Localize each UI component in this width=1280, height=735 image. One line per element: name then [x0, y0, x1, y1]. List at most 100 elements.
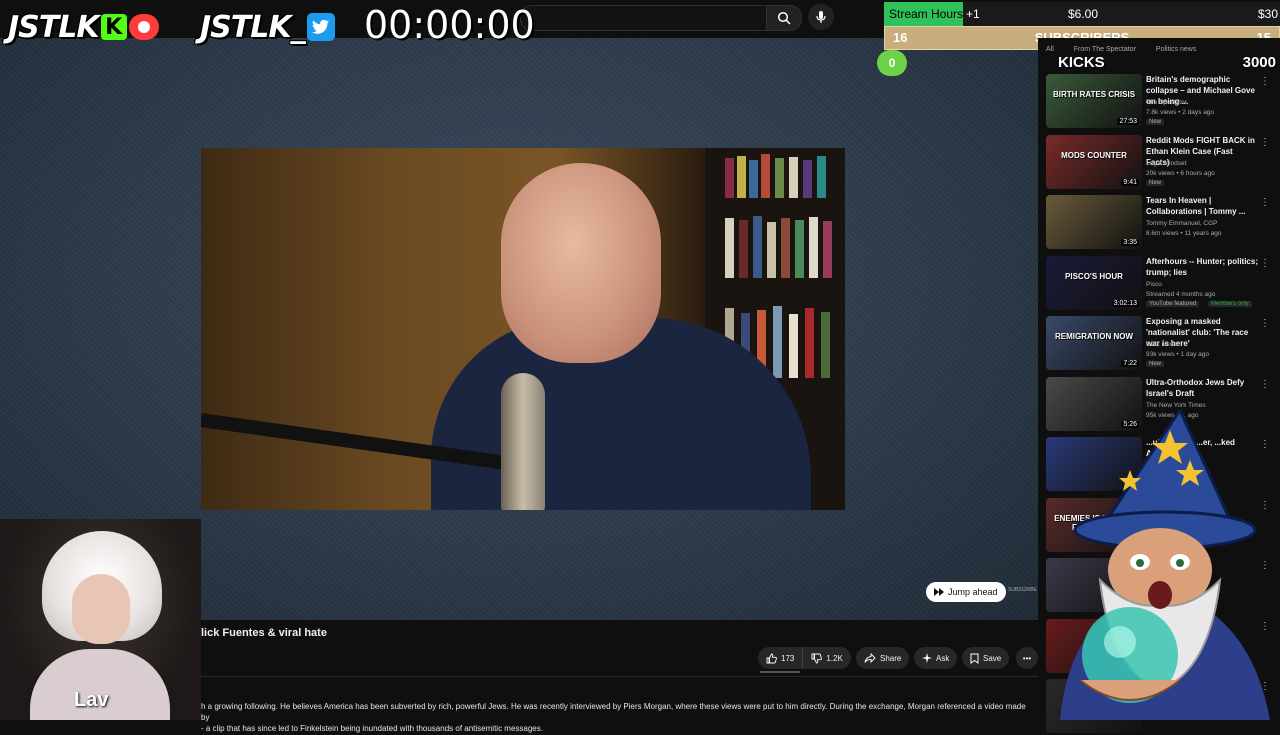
- video-badge: YouTube featured: [1146, 301, 1200, 307]
- video-duration: 3:35: [1121, 239, 1139, 246]
- stream-hours-goal-bar: Stream Hours +1 $6.00 $30: [884, 2, 1280, 26]
- video-thumbnail[interactable]: MODS COUNTER 9:41: [1046, 135, 1142, 189]
- video-badge: New: [1146, 361, 1165, 367]
- record-icon: [128, 14, 159, 40]
- video-title[interactable]: Afterhours -- Hunter; politics; trump; l…: [1146, 256, 1258, 278]
- fast-forward-icon: [934, 588, 944, 596]
- video-player[interactable]: [201, 148, 845, 510]
- studio-microphone: [501, 373, 545, 510]
- video-duration: 27:53: [1117, 118, 1139, 125]
- channel-name[interactable]: The Spectator: [1146, 99, 1187, 106]
- more-vertical-icon[interactable]: ⋮: [1260, 318, 1270, 329]
- channel-name[interactable]: The New York Times: [1146, 402, 1206, 409]
- chip-politics-news[interactable]: Politics news: [1156, 46, 1196, 53]
- video-thumbnail[interactable]: 3:35: [1046, 195, 1142, 249]
- ask-label: Ask: [936, 653, 950, 663]
- like-button[interactable]: 173: [758, 647, 803, 669]
- streamer-face: [72, 574, 130, 644]
- search-input[interactable]: [520, 5, 767, 31]
- kick-logo-text: JSTLK: [8, 9, 100, 45]
- more-vertical-icon[interactable]: ⋮: [1260, 76, 1270, 87]
- description-line: - a clip that has since led to Finkelste…: [201, 724, 543, 733]
- video-title[interactable]: Tears In Heaven | Collaborations | Tommy…: [1146, 195, 1258, 217]
- more-vertical-icon[interactable]: ⋮: [1260, 137, 1270, 148]
- share-icon: [864, 653, 876, 663]
- subscribers-current: 16: [893, 30, 908, 45]
- sidebar-video-item[interactable]: PISCO'S HOUR 3:02:13 Afterhours -- Hunter;…: [1046, 256, 1270, 312]
- thumbnail-text: REMIGRATION NOW: [1054, 332, 1134, 341]
- kick-channel-logo: JSTLK K: [8, 9, 159, 45]
- video-thumbnail[interactable]: REMIGRATION NOW 7:22: [1046, 316, 1142, 370]
- chip-from-spectator[interactable]: From The Spectator: [1074, 46, 1136, 53]
- video-thumbnail[interactable]: BIRTH RATES CRISIS 27:53: [1046, 74, 1142, 128]
- kicks-label: KICKS: [1058, 54, 1105, 71]
- share-group: Share: [856, 647, 910, 669]
- channel-name[interactable]: Tommy Emmanuel, CGP: [1146, 220, 1218, 227]
- ask-group: Ask: [914, 647, 958, 669]
- video-thumbnail[interactable]: PISCO'S HOUR 3:02:13: [1046, 256, 1142, 310]
- video-duration: 7:22: [1121, 360, 1139, 367]
- video-description[interactable]: h a growing following. He believes Ameri…: [201, 701, 1031, 734]
- stream-hours-goal-amount: $30: [1257, 7, 1278, 21]
- more-horizontal-icon: •••: [1022, 653, 1032, 663]
- wizard-mascot: [1060, 410, 1270, 720]
- twitter-channel-logo: JSTLK_: [200, 9, 335, 45]
- stream-hours-label: Stream Hours: [889, 7, 964, 21]
- thumbs-up-icon: [766, 653, 777, 663]
- twitter-logo-text: JSTLK_: [200, 9, 306, 45]
- video-title[interactable]: Ultra-Orthodox Jews Defy Israel's Draft: [1146, 377, 1258, 399]
- more-vertical-icon[interactable]: ⋮: [1260, 379, 1270, 390]
- save-label: Save: [983, 653, 1002, 663]
- speaker-head: [501, 163, 661, 363]
- sidebar-video-item[interactable]: BIRTH RATES CRISIS 27:53 Britain's demogra…: [1046, 74, 1270, 130]
- sparkle-icon: [922, 653, 932, 663]
- stream-timer: 00:00:00: [364, 3, 535, 47]
- ask-button[interactable]: Ask: [914, 647, 958, 669]
- more-vertical-icon[interactable]: ⋮: [1260, 197, 1270, 208]
- members-only-badge: Members only: [1208, 301, 1252, 307]
- video-meta: 20k views • 6 hours ago: [1146, 170, 1215, 177]
- video-meta: 8.6m views • 11 years ago: [1146, 230, 1222, 237]
- thumbnail-text: MODS COUNTER: [1061, 151, 1127, 160]
- like-count: 173: [781, 653, 795, 663]
- video-meta: 7.8k views • 2 days ago: [1146, 109, 1215, 116]
- dislike-button[interactable]: 1.2K: [802, 647, 851, 669]
- like-ratio-bar: [760, 671, 800, 673]
- sidebar-video-item[interactable]: MODS COUNTER 9:41 Reddit Mods FIGHT BACK i…: [1046, 135, 1270, 191]
- voice-search-button[interactable]: [808, 4, 834, 30]
- video-title: lick Fuentes & viral hate: [201, 627, 327, 639]
- video-badge: New: [1146, 119, 1165, 125]
- video-badge: New: [1146, 180, 1165, 186]
- webcam-name-label: Lav: [74, 689, 109, 711]
- channel-name[interactable]: Legal Mindset: [1146, 160, 1186, 167]
- bookmark-icon: [970, 653, 979, 664]
- sidebar-video-item[interactable]: 3:35 Tears In Heaven | Collaborations | T…: [1046, 195, 1270, 251]
- filter-chips: All From The Spectator Politics news: [1046, 46, 1196, 53]
- share-button[interactable]: Share: [856, 647, 910, 669]
- thumbnail-text: PISCO'S HOUR: [1065, 272, 1123, 281]
- dislike-count: 1.2K: [826, 653, 843, 663]
- search-icon: [777, 11, 791, 25]
- stream-hours-plus: +1: [966, 7, 980, 21]
- more-vertical-icon[interactable]: ⋮: [1260, 258, 1270, 269]
- twitter-bird-icon: [306, 13, 335, 41]
- sidebar-video-item[interactable]: REMIGRATION NOW 7:22 Exposing a masked 'na…: [1046, 316, 1270, 372]
- search-button[interactable]: [766, 5, 802, 31]
- thumbs-down-icon: [811, 653, 823, 663]
- save-button[interactable]: Save: [962, 647, 1010, 669]
- channel-name[interactable]: Pisco: [1146, 281, 1162, 288]
- chip-all[interactable]: All: [1046, 46, 1054, 53]
- more-actions-button[interactable]: •••: [1016, 647, 1038, 669]
- channel-name[interactable]: CBC News: [1146, 341, 1178, 348]
- jump-ahead-label: Jump ahead: [948, 587, 998, 597]
- kicks-goal: 3000: [1242, 54, 1276, 71]
- video-duration: 9:41: [1121, 179, 1139, 186]
- microphone-icon: [816, 11, 826, 23]
- more-group: •••: [1016, 647, 1038, 669]
- divider: [201, 676, 1038, 677]
- kicks-current-badge: 0: [877, 50, 907, 76]
- save-group: Save: [962, 647, 1010, 669]
- like-dislike-group: 173 1.2K: [758, 647, 851, 669]
- kick-icon: K: [100, 14, 127, 40]
- jump-ahead-button[interactable]: Jump ahead: [926, 582, 1006, 602]
